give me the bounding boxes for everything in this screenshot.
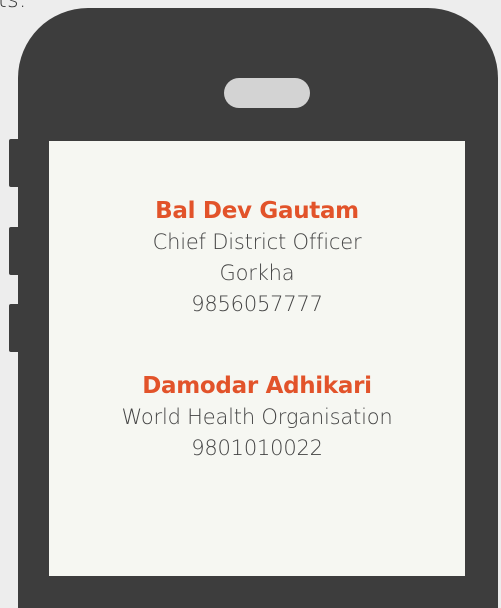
- phone-screen: Bal Dev Gautam Chief District Officer Go…: [49, 141, 465, 576]
- contact-card-1: Bal Dev Gautam Chief District Officer Go…: [49, 195, 465, 320]
- contact-organisation: World Health Organisation: [121, 405, 393, 429]
- contact-phone: 9801010022: [191, 436, 323, 460]
- contact-name: Bal Dev Gautam: [155, 198, 359, 224]
- contact-title: Chief District Officer: [152, 230, 362, 254]
- contact-card-2: Damodar Adhikari World Health Organisati…: [49, 370, 465, 464]
- contact-name: Damodar Adhikari: [142, 373, 372, 399]
- contact-location: Gorkha: [219, 261, 295, 285]
- top-text-fragment: ts.: [0, 0, 27, 13]
- contact-phone: 9856057777: [191, 292, 323, 316]
- phone-speaker: [224, 78, 310, 108]
